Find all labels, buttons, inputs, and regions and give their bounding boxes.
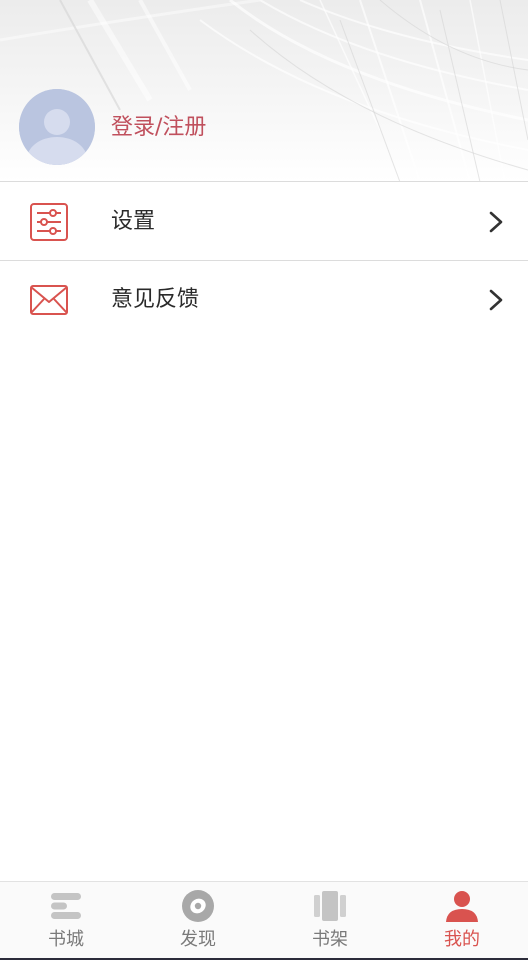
tab-discover[interactable]: 发现: [132, 882, 264, 958]
settings-sliders-icon: [30, 203, 68, 241]
tab-label: 发现: [180, 929, 216, 950]
login-register-link[interactable]: 登录/注册: [111, 112, 206, 144]
chevron-right-icon: [489, 289, 503, 311]
tab-label: 书架: [312, 929, 348, 950]
default-avatar-icon: [19, 89, 95, 165]
person-icon: [446, 891, 478, 922]
avatar[interactable]: [19, 89, 95, 165]
tab-mine[interactable]: 我的: [396, 882, 528, 958]
compass-disc-icon: [182, 890, 214, 922]
chevron-right-icon: [489, 211, 503, 233]
bottom-tab-bar: 书城 发现 书架 我的: [0, 881, 528, 958]
divider: [0, 181, 528, 182]
tab-label: 我的: [444, 929, 480, 950]
menu-item-label: 设置: [111, 209, 156, 234]
book-stack-icon: [51, 893, 81, 919]
mail-envelope-icon: [30, 285, 68, 315]
tab-bookstore[interactable]: 书城: [0, 882, 132, 958]
bookshelf-icon: [314, 891, 346, 921]
menu-item-label: 意见反馈: [111, 287, 200, 312]
menu-item-settings[interactable]: 设置: [0, 183, 528, 260]
menu-item-feedback[interactable]: 意见反馈: [0, 261, 528, 338]
profile-header: 登录/注册: [0, 0, 528, 182]
tab-label: 书城: [48, 929, 84, 950]
tab-bookshelf[interactable]: 书架: [264, 882, 396, 958]
